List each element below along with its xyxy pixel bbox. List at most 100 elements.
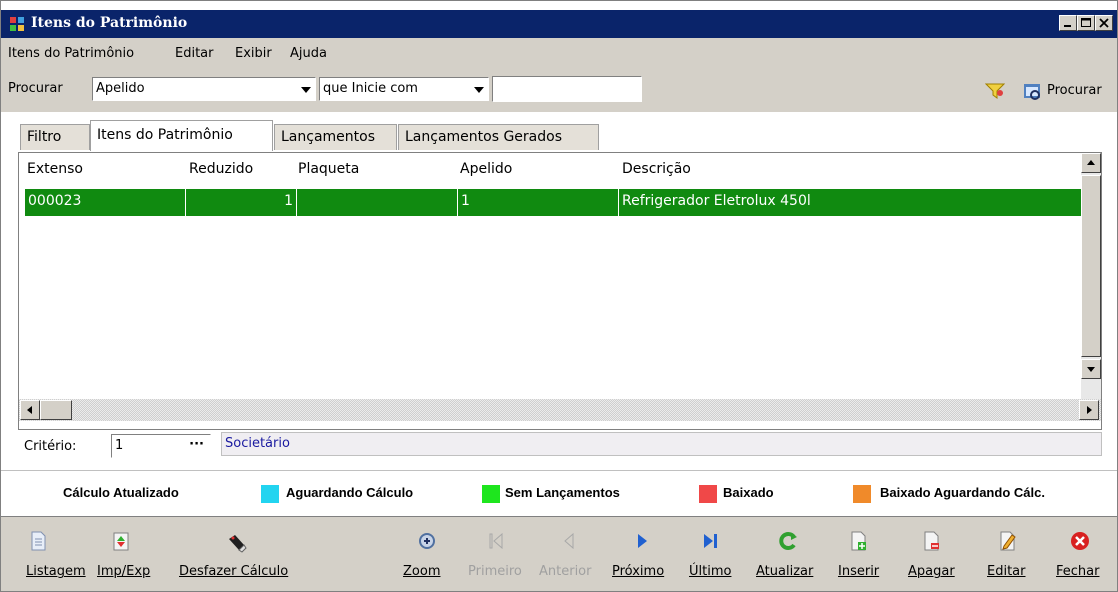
legend-baixado-aguardando: Baixado Aguardando Cálc.: [880, 485, 1045, 500]
column-header-descricao[interactable]: Descrição: [622, 161, 691, 177]
last-icon: [704, 534, 717, 548]
next-icon: [638, 534, 647, 548]
close-icon: [1071, 532, 1089, 550]
items-grid: Extenso Reduzido Plaqueta Apelido Descri…: [18, 152, 1102, 430]
chevron-down-icon: [301, 87, 311, 93]
toolbar-label: Listagem: [26, 564, 86, 579]
legend-baixado: Baixado: [723, 485, 774, 500]
desfazer-calculo-button[interactable]: Desfazer Cálculo: [179, 517, 303, 591]
status-legend: Cálculo Atualizado Aguardando Cálculo Se…: [1, 470, 1117, 517]
tab-filtro[interactable]: Filtro: [20, 124, 90, 150]
arrow-right-icon: [1087, 406, 1092, 414]
column-header-apelido[interactable]: Apelido: [460, 161, 512, 177]
tab-lancamentos-gerados[interactable]: Lançamentos Gerados: [398, 124, 599, 150]
toolbar-label: Inserir: [838, 564, 880, 579]
bottom-toolbar: Listagem Imp/Exp Desfazer Cálculo Zoom P…: [1, 516, 1117, 591]
legend-swatch-baixado: [699, 485, 717, 503]
menu-ajuda[interactable]: Ajuda: [290, 46, 327, 61]
criteria-label: Critério:: [24, 439, 77, 454]
eraser-icon: [229, 535, 247, 553]
menu-bar: Itens do Patrimônio Editar Exibir Ajuda: [1, 38, 1117, 68]
legend-swatch-baixado-aguardando: [853, 485, 871, 503]
arrow-left-icon: [27, 406, 32, 414]
minimize-button[interactable]: [1059, 15, 1077, 31]
search-label: Procurar: [8, 81, 63, 96]
fechar-button[interactable]: Fechar: [1054, 517, 1109, 591]
top-strip: [1, 1, 1117, 10]
tab-label: Lançamentos Gerados: [405, 129, 562, 145]
search-field-select[interactable]: Apelido: [92, 77, 316, 101]
chevron-down-icon: [474, 87, 484, 93]
column-header-reduzido[interactable]: Reduzido: [189, 161, 253, 177]
refresh-icon: [779, 532, 797, 550]
window-title: Itens do Patrimônio: [31, 15, 188, 31]
edit-icon: [1000, 531, 1016, 551]
hscroll-thumb[interactable]: [40, 400, 72, 420]
tab-itens-patrimonio[interactable]: Itens do Patrimônio: [90, 120, 273, 151]
atualizar-button[interactable]: Atualizar: [756, 517, 820, 591]
scroll-thumb[interactable]: [1081, 175, 1101, 357]
table-row[interactable]: 000023 1 1 Refrigerador Eletrolux 450l: [25, 189, 1088, 216]
toolbar-label: Apagar: [908, 564, 955, 579]
scroll-down-button[interactable]: [1081, 359, 1101, 379]
previous-icon: [564, 532, 574, 550]
minimize-icon: [1064, 25, 1071, 27]
menu-editar[interactable]: Editar: [175, 46, 214, 61]
zoom-button[interactable]: Zoom: [400, 517, 450, 591]
close-window-button[interactable]: [1095, 15, 1113, 31]
search-input[interactable]: [492, 76, 642, 102]
search-mode-select[interactable]: que Inicie com: [319, 77, 489, 101]
toolbar-label: Fechar: [1056, 564, 1100, 579]
primeiro-button[interactable]: Primeiro: [466, 517, 528, 591]
ultimo-button[interactable]: Último: [689, 517, 739, 591]
filter-icon[interactable]: [985, 82, 1005, 100]
toolbar-label: Zoom: [403, 564, 441, 579]
cell-reduzido: 1: [186, 189, 297, 216]
cell-plaqueta: [297, 189, 458, 216]
cell-descricao: Refrigerador Eletrolux 450l: [622, 193, 811, 209]
inserir-button[interactable]: Inserir: [836, 517, 886, 591]
horizontal-scrollbar[interactable]: [19, 399, 1101, 421]
imp-exp-button[interactable]: Imp/Exp: [97, 517, 165, 591]
ellipsis-icon[interactable]: ···: [189, 437, 204, 452]
maximize-button[interactable]: [1077, 15, 1095, 31]
tab-label: Itens do Patrimônio: [97, 127, 233, 143]
scroll-up-button[interactable]: [1081, 153, 1101, 173]
document-icon: [31, 531, 46, 551]
toolbar-label: Editar: [987, 564, 1026, 579]
toolbar-label: Atualizar: [756, 564, 814, 579]
maximize-icon: [1081, 18, 1091, 27]
delete-icon: [924, 531, 939, 551]
column-header-extenso[interactable]: Extenso: [27, 161, 83, 177]
cell-apelido: 1: [458, 189, 619, 216]
import-export-icon: [113, 532, 129, 551]
criteria-input[interactable]: 1 ···: [111, 434, 211, 458]
apagar-button[interactable]: Apagar: [906, 517, 960, 591]
menu-itens-patrimonio[interactable]: Itens do Patrimônio: [8, 46, 134, 61]
toolbar-label: Primeiro: [468, 564, 522, 579]
tab-bar: Filtro Itens do Patrimônio Lançamentos L…: [1, 112, 1117, 151]
search-button[interactable]: Procurar: [1019, 78, 1115, 104]
tab-lancamentos[interactable]: Lançamentos: [274, 124, 397, 150]
anterior-button[interactable]: Anterior: [537, 517, 601, 591]
legend-aguardando-calculo: Aguardando Cálculo: [286, 485, 414, 500]
toolbar-label: Próximo: [612, 564, 665, 579]
editar-button[interactable]: Editar: [985, 517, 1033, 591]
legend-swatch-sem-lancamentos: [482, 485, 500, 503]
toolbar-label: Imp/Exp: [97, 564, 151, 579]
scroll-left-button[interactable]: [20, 400, 40, 420]
proximo-button[interactable]: Próximo: [612, 517, 672, 591]
insert-icon: [851, 531, 866, 551]
scroll-right-button[interactable]: [1079, 400, 1099, 420]
tab-label: Lançamentos: [281, 129, 376, 145]
search-mode-value: que Inicie com: [323, 81, 418, 96]
column-header-plaqueta[interactable]: Plaqueta: [298, 161, 359, 177]
zoom-icon: [419, 533, 435, 549]
search-icon: [1024, 84, 1040, 100]
search-bar: Procurar Apelido que Inicie com Procurar: [1, 68, 1117, 112]
title-bar: Itens do Patrimônio: [1, 10, 1117, 38]
menu-exibir[interactable]: Exibir: [235, 46, 272, 61]
search-button-label: Procurar: [1047, 83, 1102, 98]
vertical-scrollbar[interactable]: [1081, 153, 1101, 399]
listagem-button[interactable]: Listagem: [1, 517, 86, 591]
